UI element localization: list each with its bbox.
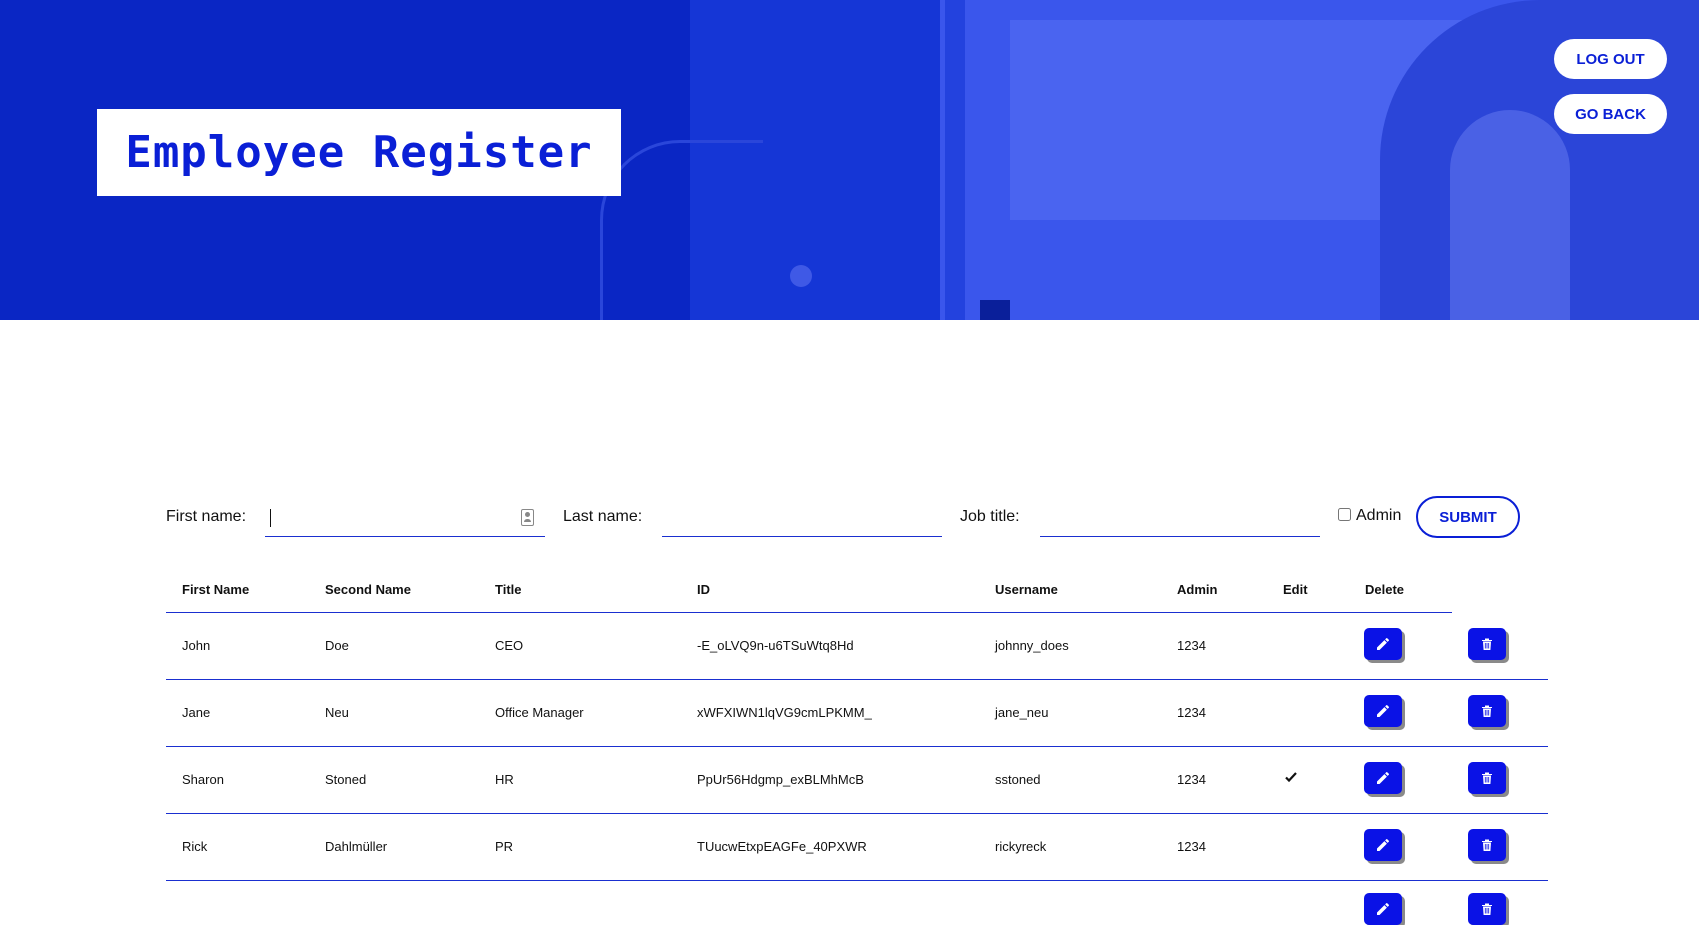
trash-icon [1482, 839, 1492, 851]
table-header: First Name Second Name Title ID Username… [166, 570, 1452, 613]
go-back-button[interactable]: GO BACK [1554, 94, 1667, 134]
column-header-title: Title [495, 582, 522, 597]
trash-icon [1482, 903, 1492, 915]
cell-id: PpUr56Hdgmp_exBLMhMcB [697, 772, 864, 787]
delete-button[interactable] [1468, 628, 1506, 660]
cell-title: PR [495, 839, 514, 854]
admin-checkbox-label: Admin [1356, 507, 1402, 524]
column-header-first-name: First Name [182, 582, 250, 597]
table-row: John Doe CEO -E_oLVQ9n-u6TSuWtq8Hd johnn… [166, 613, 1548, 680]
hero-cable-shape [600, 140, 763, 320]
delete-button[interactable] [1468, 762, 1506, 794]
edit-button[interactable] [1364, 628, 1402, 660]
column-header-username: Username [995, 582, 1058, 597]
cell-admin: 1234 [1177, 705, 1206, 720]
edit-button[interactable] [1364, 762, 1402, 794]
cell-id: TUucwEtxpEAGFe_40PXWR [697, 839, 867, 854]
pencil-icon [1377, 903, 1389, 915]
cell-username: jane_neu [995, 705, 1049, 720]
cell-title: HR [495, 772, 514, 787]
last-name-label: Last name: [563, 508, 643, 525]
contact-card-icon[interactable] [521, 509, 534, 526]
hero-detail [790, 265, 812, 287]
hero-shade [945, 0, 965, 320]
cell-admin: 1234 [1177, 772, 1206, 787]
column-header-admin: Admin [1177, 582, 1218, 597]
cell-username: johnny_does [995, 638, 1069, 653]
column-header-id: ID [697, 582, 710, 597]
cell-first-name: John [182, 638, 211, 653]
employee-table: First Name Second Name Title ID Username… [166, 570, 1548, 925]
hero-detail [980, 300, 1010, 320]
job-title-label: Job title: [960, 508, 1020, 525]
cell-first-name: Rick [182, 839, 208, 854]
cell-second-name: Neu [325, 705, 349, 720]
cell-username: rickyreck [995, 839, 1047, 854]
checkmark-icon [1285, 772, 1297, 783]
trash-icon [1482, 638, 1492, 650]
hero-hair-shape [1450, 110, 1570, 320]
trash-icon [1482, 772, 1492, 784]
pencil-icon [1377, 839, 1389, 851]
edit-button[interactable] [1364, 829, 1402, 861]
pencil-icon [1377, 772, 1389, 784]
cell-title: Office Manager [495, 705, 584, 720]
cell-id: -E_oLVQ9n-u6TSuWtq8Hd [697, 638, 854, 653]
edit-button[interactable] [1364, 893, 1402, 925]
table-row: Sharon Stoned HR PpUr56Hdgmp_exBLMhMcB s… [166, 747, 1548, 814]
add-employee-form: First name: Last name: Job title: Admin … [166, 494, 1536, 544]
first-name-input[interactable] [265, 500, 545, 537]
logout-button[interactable]: LOG OUT [1554, 39, 1667, 79]
submit-button[interactable]: SUBMIT [1416, 496, 1520, 538]
cell-second-name: Dahlmüller [325, 839, 388, 854]
cell-first-name: Sharon [182, 772, 224, 787]
pencil-icon [1377, 705, 1389, 717]
pencil-icon [1377, 638, 1389, 650]
trash-icon [1482, 705, 1492, 717]
hero-banner: Employee Register LOG OUT GO BACK [0, 0, 1699, 320]
delete-button[interactable] [1468, 829, 1506, 861]
column-header-delete: Delete [1365, 582, 1405, 597]
cell-first-name: Jane [182, 705, 211, 720]
edit-button[interactable] [1364, 695, 1402, 727]
job-title-input[interactable] [1040, 500, 1320, 537]
delete-button[interactable] [1468, 893, 1506, 925]
cell-admin: 1234 [1177, 638, 1206, 653]
cell-username: sstoned [995, 772, 1041, 787]
page-title: Employee Register [125, 127, 593, 178]
table-row [166, 881, 1548, 925]
cell-second-name: Stoned [325, 772, 367, 787]
text-caret [270, 509, 271, 527]
cell-second-name: Doe [325, 638, 349, 653]
admin-checkbox[interactable] [1338, 508, 1351, 521]
cell-admin: 1234 [1177, 839, 1206, 854]
table-row: Rick Dahlmüller PR TUucwEtxpEAGFe_40PXWR… [166, 814, 1548, 881]
column-header-second-name: Second Name [325, 582, 411, 597]
delete-button[interactable] [1468, 695, 1506, 727]
cell-id: xWFXIWN1lqVG9cmLPKMM_ [697, 705, 872, 720]
column-header-edit: Edit [1283, 582, 1308, 597]
page-title-box: Employee Register [97, 109, 621, 196]
table-row: Jane Neu Office Manager xWFXIWN1lqVG9cmL… [166, 680, 1548, 747]
first-name-label: First name: [166, 508, 247, 525]
cell-title: CEO [495, 638, 524, 653]
last-name-input[interactable] [662, 500, 942, 537]
